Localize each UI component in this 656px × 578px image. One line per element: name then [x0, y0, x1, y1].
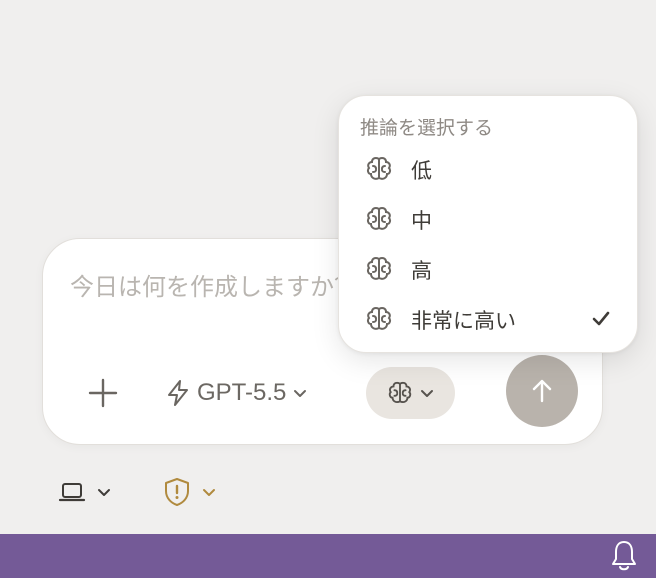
prompt-input[interactable]: 今日は何を作成しますか？	[70, 267, 360, 302]
brain-icon	[365, 305, 393, 337]
bell-icon[interactable]	[609, 539, 639, 577]
checkmark-icon	[590, 308, 612, 334]
send-button[interactable]	[506, 355, 578, 427]
chevron-down-icon	[98, 489, 110, 496]
reasoning-option-very-high[interactable]: 非常に高い	[339, 296, 637, 344]
reasoning-option-label: 中	[411, 209, 432, 233]
reasoning-option-label: 非常に高い	[411, 309, 516, 333]
brain-icon	[365, 155, 393, 187]
arrow-up-icon	[532, 379, 552, 403]
brain-icon	[365, 205, 393, 237]
reasoning-option-high[interactable]: 高	[339, 246, 637, 294]
lightning-icon	[168, 380, 188, 406]
plus-icon	[88, 378, 118, 408]
chevron-down-icon	[420, 390, 433, 397]
shield-alert-icon	[165, 478, 189, 506]
permission-selector[interactable]	[163, 476, 217, 508]
chevron-down-icon	[203, 489, 215, 496]
reasoning-option-label: 低	[411, 159, 432, 183]
reasoning-option-label: 高	[411, 259, 432, 283]
laptop-icon	[58, 483, 86, 502]
reasoning-menu: 推論を選択する 低 中 高 非常に高い	[338, 95, 638, 353]
computer-selector[interactable]	[58, 476, 112, 508]
reasoning-menu-heading: 推論を選択する	[360, 117, 494, 139]
add-attachment-button[interactable]	[81, 371, 125, 415]
model-label: GPT-5.5	[197, 379, 287, 406]
brain-icon	[365, 255, 393, 287]
model-selector[interactable]: GPT-5.5	[165, 373, 308, 413]
brain-icon	[388, 381, 411, 404]
reasoning-option-low[interactable]: 低	[339, 146, 637, 194]
chevron-down-icon	[294, 390, 307, 397]
status-bar	[0, 534, 656, 578]
reasoning-option-medium[interactable]: 中	[339, 196, 637, 244]
reasoning-effort-button[interactable]	[366, 367, 455, 419]
